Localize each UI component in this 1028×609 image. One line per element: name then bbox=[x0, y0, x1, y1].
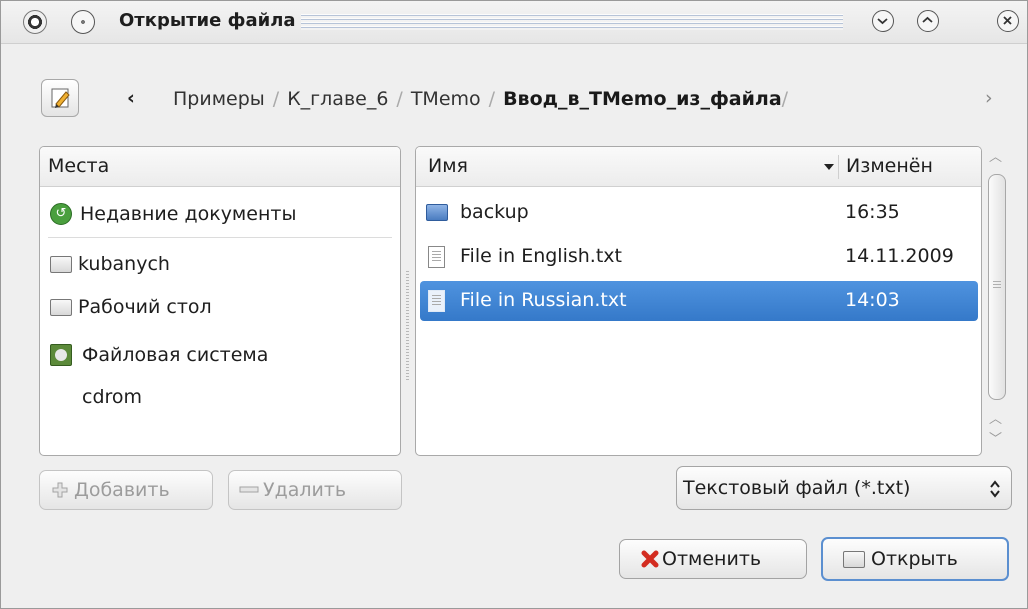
breadcrumb-item[interactable]: Примеры bbox=[173, 88, 265, 110]
column-header-name[interactable]: Имя bbox=[428, 155, 468, 177]
breadcrumb-current[interactable]: Ввод_в_TMemo_из_файла bbox=[503, 88, 782, 110]
place-item-kubanych[interactable]: kubanych bbox=[40, 245, 400, 285]
folder-icon bbox=[50, 299, 72, 316]
scrollbar-thumb[interactable] bbox=[988, 174, 1006, 400]
file-type-filter-value: Текстовый файл (*.txt) bbox=[683, 477, 911, 499]
location-bar: ‹ Примеры / К_главе_6/TMemo / Ввод_в_TMemo_и… bbox=[41, 79, 1011, 119]
app-menu-icon[interactable] bbox=[23, 10, 47, 34]
title-bar[interactable]: Открытие файла bbox=[1, 1, 1027, 44]
path-forward-button[interactable]: › bbox=[985, 87, 993, 109]
folder-icon bbox=[50, 256, 72, 273]
place-label: Недавние документы bbox=[80, 203, 297, 225]
file-row-english[interactable]: File in English.txt 14.11.2009 bbox=[420, 237, 978, 277]
panel-splitter[interactable] bbox=[406, 271, 409, 381]
chevron-down-icon bbox=[877, 18, 888, 25]
add-place-label: Добавить bbox=[74, 479, 170, 501]
breadcrumb-item[interactable]: TMemo bbox=[411, 88, 481, 110]
place-item-cdrom[interactable]: cdrom bbox=[40, 378, 400, 418]
open-file-dialog: Открытие файла ‹ Примеры / К_главе_6 / TMemo… bbox=[0, 0, 1028, 609]
place-item-desktop[interactable]: Рабочий стол bbox=[40, 288, 400, 328]
places-header[interactable]: Места bbox=[40, 147, 400, 187]
window-title: Открытие файла bbox=[119, 10, 296, 31]
maximize-button[interactable] bbox=[917, 10, 939, 32]
remove-place-button[interactable]: Удалить bbox=[228, 470, 402, 510]
breadcrumb-trailing-separator: / bbox=[781, 88, 789, 110]
folder-icon bbox=[426, 204, 448, 221]
sort-indicator-icon bbox=[824, 164, 834, 170]
scroll-down-icon[interactable]: ﹀ bbox=[989, 428, 1002, 447]
places-divider bbox=[48, 237, 392, 238]
filesystem-icon bbox=[50, 344, 72, 366]
cancel-label: Отменить bbox=[662, 548, 762, 570]
close-button[interactable] bbox=[997, 10, 1019, 32]
title-bar-decoration bbox=[301, 14, 843, 30]
chevron-up-icon bbox=[922, 16, 933, 23]
thumb-grip bbox=[993, 281, 1001, 288]
breadcrumb-item[interactable]: К_главе_6 bbox=[287, 88, 388, 110]
scroll-up-icon[interactable]: ︿ bbox=[989, 146, 1002, 165]
open-label: Открыть bbox=[871, 548, 958, 570]
file-list-scrollbar[interactable]: ︿ ︿ ﹀ bbox=[986, 146, 1008, 456]
places-panel: Места ↺ Недавние документы kubanych Рабо… bbox=[39, 146, 401, 456]
place-label: kubanych bbox=[78, 253, 170, 275]
cancel-icon bbox=[641, 550, 659, 568]
place-item-recent[interactable]: ↺ Недавние документы bbox=[40, 195, 400, 235]
file-name: backup bbox=[460, 201, 529, 223]
text-file-icon bbox=[428, 290, 445, 312]
spin-arrows-icon bbox=[990, 480, 1000, 498]
plus-icon bbox=[52, 482, 68, 498]
place-label: Файловая система bbox=[82, 344, 269, 366]
file-row-russian[interactable]: File in Russian.txt 14:03 bbox=[420, 281, 978, 321]
cancel-button[interactable]: Отменить bbox=[619, 539, 807, 579]
path-back-button[interactable]: ‹ bbox=[127, 87, 135, 109]
breadcrumb-separator: / bbox=[488, 88, 496, 110]
column-divider bbox=[838, 155, 839, 179]
breadcrumb-separator: / bbox=[396, 88, 403, 110]
edit-icon bbox=[51, 88, 70, 108]
scroll-up-icon[interactable]: ︿ bbox=[989, 408, 1002, 427]
file-type-filter[interactable]: Текстовый файл (*.txt) bbox=[676, 466, 1012, 510]
places-header-label: Места bbox=[48, 155, 110, 177]
file-name: File in Russian.txt bbox=[460, 289, 627, 311]
text-file-icon bbox=[428, 246, 445, 268]
open-button[interactable]: Открыть bbox=[821, 537, 1009, 581]
file-list-header: Имя Изменён bbox=[416, 147, 981, 187]
remove-place-label: Удалить bbox=[263, 479, 347, 501]
add-place-button[interactable]: Добавить bbox=[39, 470, 213, 510]
place-label: Рабочий стол bbox=[78, 296, 212, 318]
breadcrumb: Примеры / К_главе_6/TMemo / Ввод_в_TMemo_из_… bbox=[173, 88, 788, 110]
recent-documents-icon: ↺ bbox=[50, 203, 72, 225]
file-row-backup[interactable]: backup 16:35 bbox=[420, 193, 978, 233]
file-list: Имя Изменён backup 16:35 File in English… bbox=[415, 146, 982, 456]
folder-icon bbox=[843, 551, 865, 568]
close-icon bbox=[1003, 16, 1012, 25]
file-modified: 14:03 bbox=[845, 289, 900, 311]
sticky-button-icon[interactable] bbox=[71, 10, 95, 34]
column-header-modified[interactable]: Изменён bbox=[846, 155, 933, 177]
file-modified: 14.11.2009 bbox=[845, 245, 954, 267]
edit-location-button[interactable] bbox=[41, 79, 79, 117]
breadcrumb-separator: / bbox=[272, 88, 280, 110]
place-item-filesystem[interactable]: Файловая система bbox=[40, 336, 400, 376]
place-label: cdrom bbox=[82, 386, 143, 408]
file-modified: 16:35 bbox=[845, 201, 900, 223]
minus-icon bbox=[239, 486, 259, 493]
minimize-button[interactable] bbox=[872, 10, 894, 32]
file-name: File in English.txt bbox=[460, 245, 622, 267]
